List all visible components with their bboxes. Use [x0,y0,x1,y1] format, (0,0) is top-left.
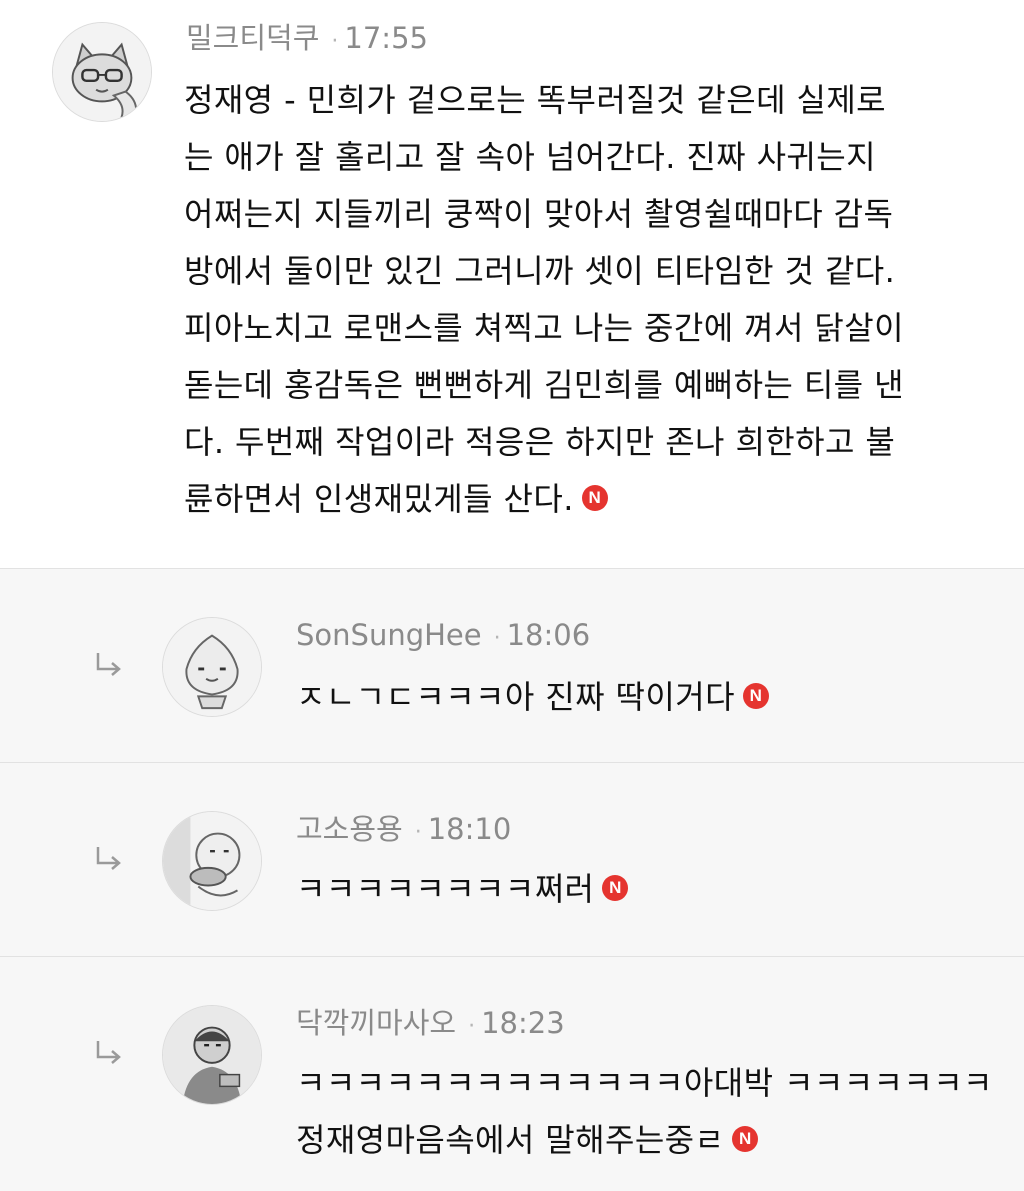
reply-meta: 닥깍끼마사오 · 18:23 [296,1003,565,1043]
reply-author[interactable]: SonSungHee [296,618,482,652]
reply-line: 정재영마음속에서 말해주는중ㄹ N [296,1112,993,1169]
comment-line: 방에서 둘이만 있긴 그러니까 셋이 티타임한 것 같다. [184,252,896,290]
comment-text: 정재영 - 민희가 겉으로는 똑부러질것 같은데 실제로 는 애가 잘 홀리고 … [184,72,904,528]
reply-text: ㅈㄴㄱㄷㅋㅋㅋ아 진짜 딱이거다 N [296,669,769,726]
separator-dot-icon: · [468,1014,476,1039]
separator-dot-icon: · [414,820,422,845]
reply-line-text: ㅋㅋㅋㅋㅋㅋㅋㅋ쩌러 [296,870,595,908]
reply-arrow-icon [92,1037,126,1071]
comment-item: 밀크티덕쿠 · 17:55 정재영 - 민희가 겉으로는 똑부러질것 같은데 실제로… [0,0,1024,568]
reply-time: 18:06 [506,618,591,652]
comment-line: 륜하면서 인생재밌게들 산다. N [184,471,904,528]
comment-thread: 밀크티덕쿠 · 17:55 정재영 - 민희가 겉으로는 똑부러질것 같은데 실제로… [0,0,1024,1191]
comment-line: 돋는데 홍감독은 뻔뻔하게 김민희를 예뻐하는 티를 낸 [184,366,904,404]
comment-line: 정재영 - 민희가 겉으로는 똑부러질것 같은데 실제로 [184,81,887,119]
comment-line-text: 륜하면서 인생재밌게들 산다. [184,480,574,518]
reply-arrow-icon [92,649,126,683]
comment-author[interactable]: 밀크티덕쿠 [186,21,319,55]
reply-arrow-icon [92,843,126,877]
new-badge-icon: N [602,875,629,901]
new-badge-icon: N [732,1126,759,1152]
reply-line: ㅈㄴㄱㄷㅋㅋㅋ아 진짜 딱이거다 N [296,669,769,726]
comment-line: 피아노치고 로맨스를 쳐찍고 나는 중간에 껴서 닭살이 [184,309,904,347]
reply-author[interactable]: 고소용용 [296,812,403,846]
comment-line: 다. 두번째 작업이라 적응은 하지만 존나 희한하고 불 [184,423,896,461]
reply-time: 18:23 [481,1006,565,1040]
new-badge-icon: N [742,683,769,709]
reply-item: 고소용용 · 18:10 ㅋㅋㅋㅋㅋㅋㅋㅋ쩌러 N [0,762,1024,957]
comment-meta: 밀크티덕쿠 · 17:55 [186,18,428,58]
reply-item: 닥깍끼마사오 · 18:23 ㅋㅋㅋㅋㅋㅋㅋㅋㅋㅋㅋㅋㅋ아대박 ㅋㅋㅋㅋㅋㅋㅋ 정재… [0,956,1024,1191]
peach-character-avatar-icon[interactable] [162,617,262,717]
reply-line: ㅋㅋㅋㅋㅋㅋㅋㅋㅋㅋㅋㅋㅋ아대박 ㅋㅋㅋㅋㅋㅋㅋ [296,1064,993,1102]
reply-meta: 고소용용 · 18:10 [296,809,511,849]
comment-time: 17:55 [344,21,428,55]
reply-line: ㅋㅋㅋㅋㅋㅋㅋㅋ쩌러 N [296,861,629,918]
reply-time: 18:10 [427,812,512,846]
separator-dot-icon: · [331,29,339,54]
comment-line: 는 애가 잘 홀리고 잘 속아 넘어간다. 진짜 사귀는지 [184,138,876,176]
reply-meta: SonSungHee · 18:06 [296,615,590,655]
reply-author[interactable]: 닥깍끼마사오 [296,1006,456,1040]
comment-line: 어쩌는지 지들끼리 쿵짝이 맞아서 촬영쉴때마다 감독 [184,195,894,233]
reply-line-text: 정재영마음속에서 말해주는중ㄹ [296,1121,725,1159]
reply-text: ㅋㅋㅋㅋㅋㅋㅋㅋㅋㅋㅋㅋㅋ아대박 ㅋㅋㅋㅋㅋㅋㅋ 정재영마음속에서 말해주는중ㄹ… [296,1055,993,1169]
person-photo-avatar-icon[interactable] [162,1005,262,1105]
separator-dot-icon: · [493,626,501,651]
reply-text: ㅋㅋㅋㅋㅋㅋㅋㅋ쩌러 N [296,861,629,918]
reply-line-text: ㅈㄴㄱㄷㅋㅋㅋ아 진짜 딱이거다 [296,678,735,716]
eating-character-avatar-icon[interactable] [162,811,262,911]
new-badge-icon: N [581,485,608,511]
reply-item: SonSungHee · 18:06 ㅈㄴㄱㄷㅋㅋㅋ아 진짜 딱이거다 N [0,568,1024,763]
cat-character-avatar-icon[interactable] [52,22,152,122]
